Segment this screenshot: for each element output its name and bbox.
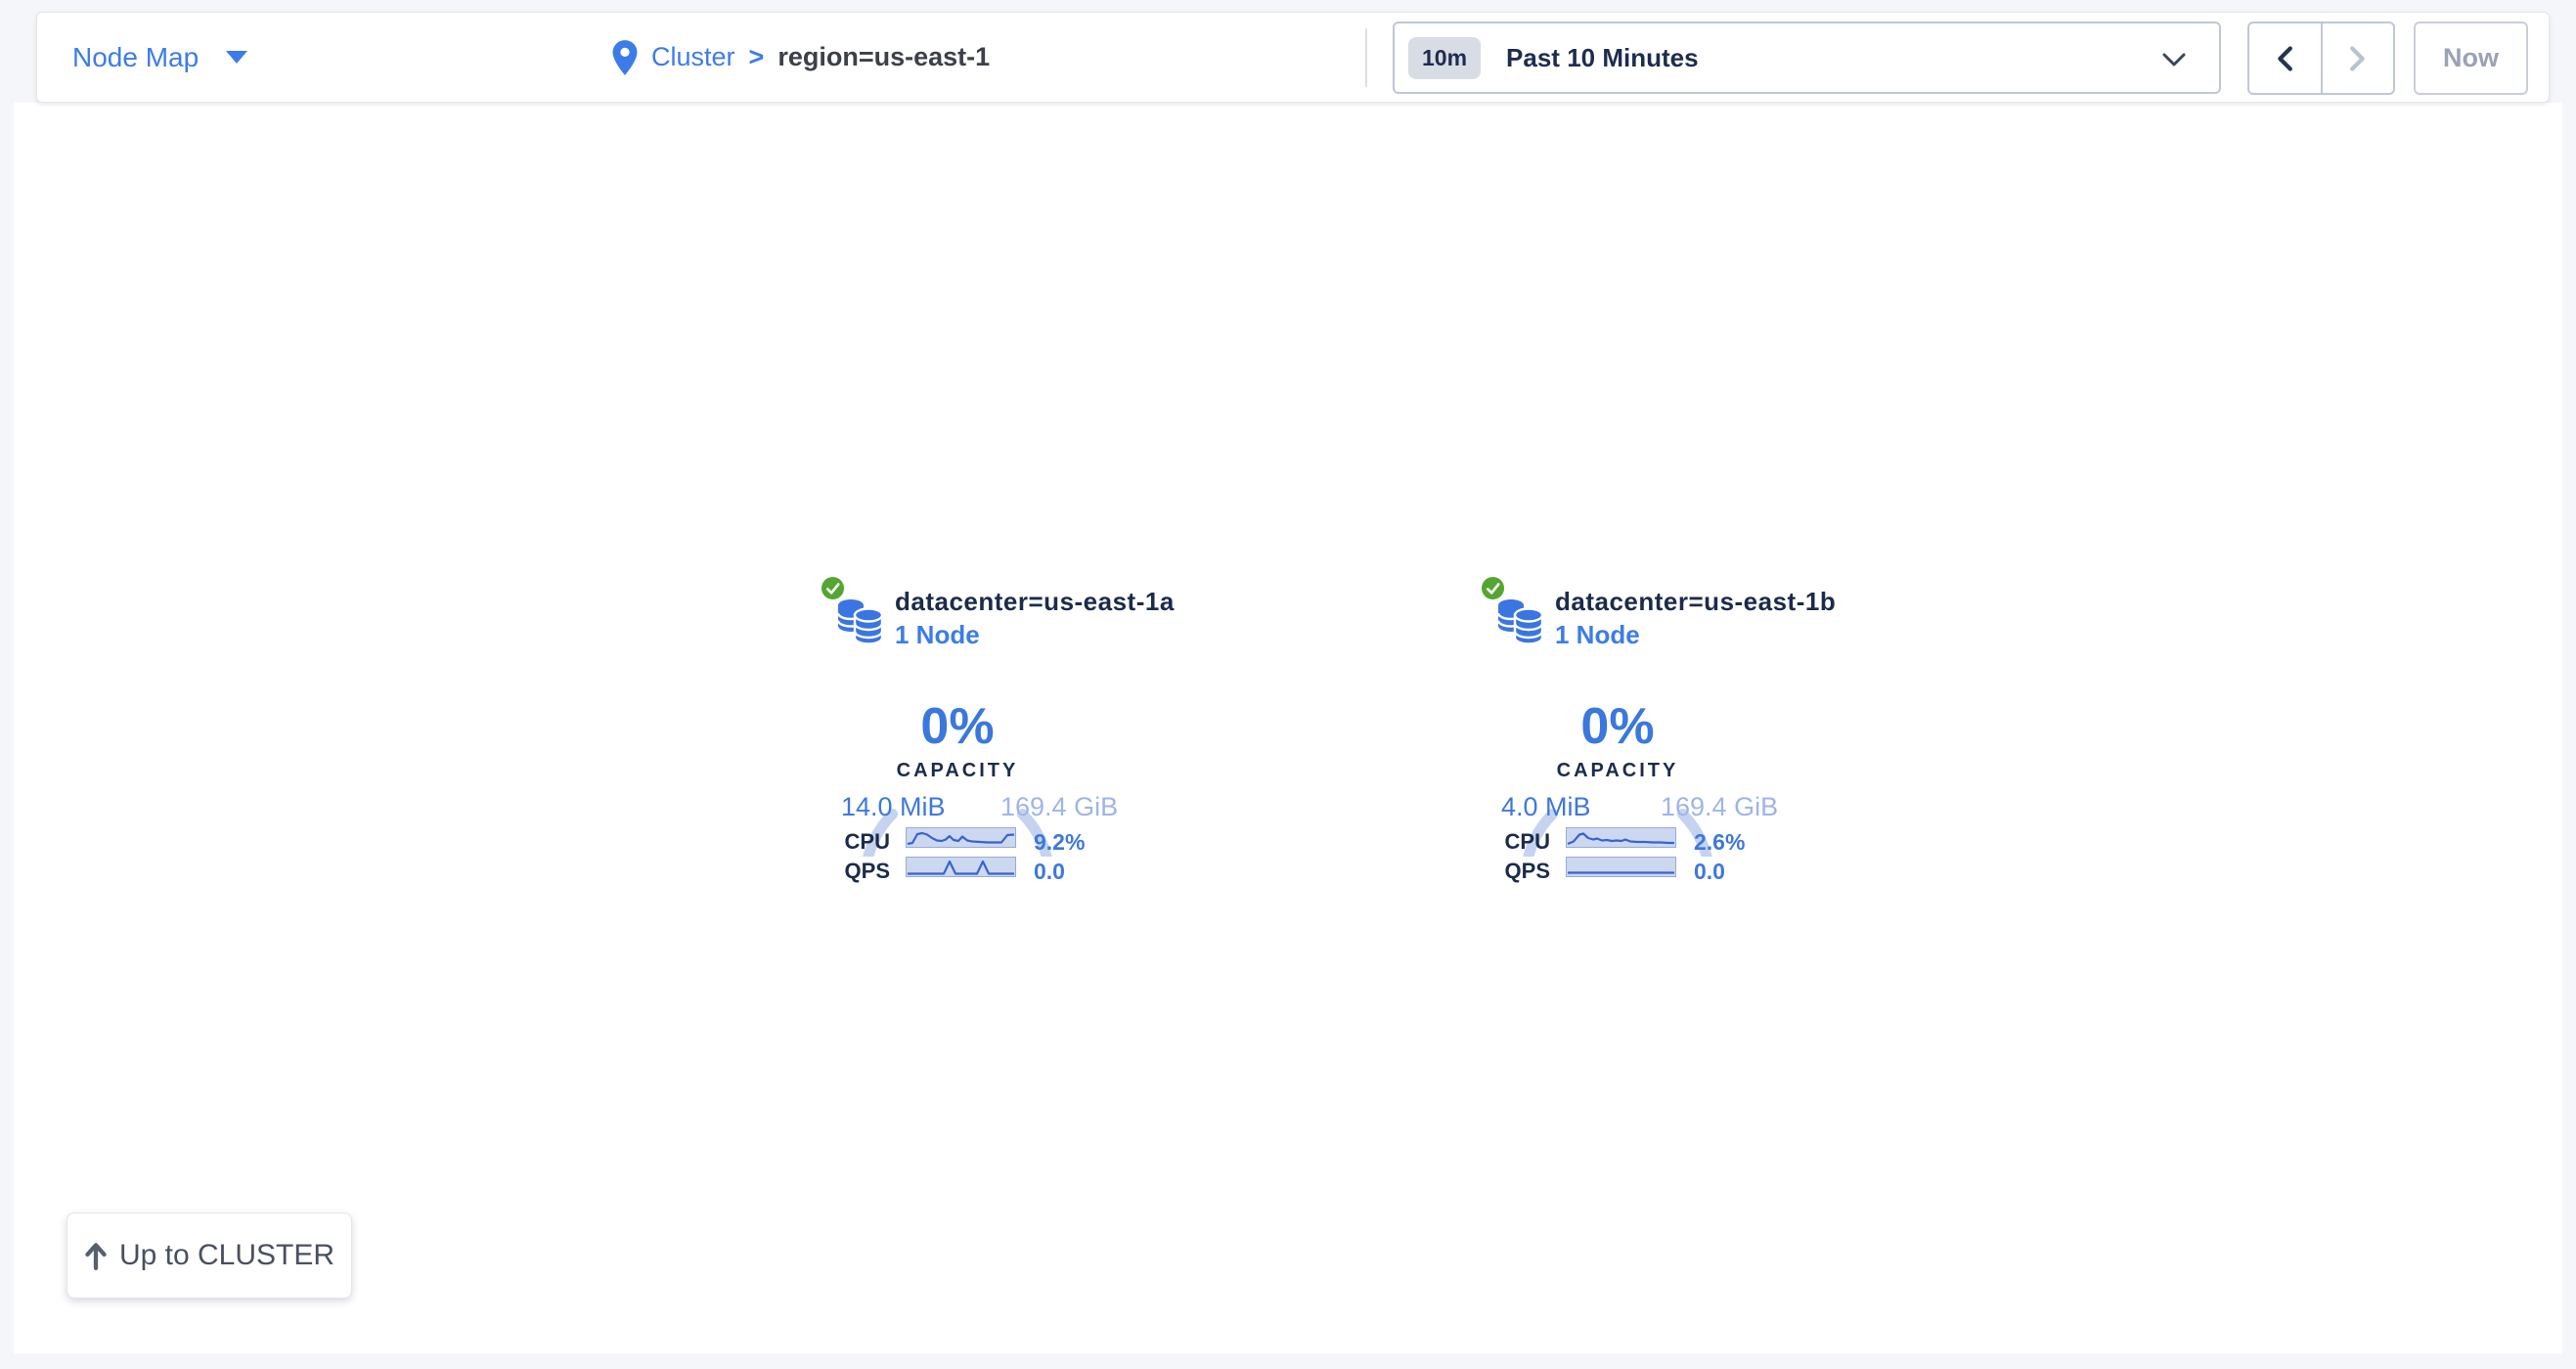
cpu-label: CPU bbox=[1497, 829, 1550, 855]
time-range-label: Past 10 Minutes bbox=[1506, 43, 1699, 73]
qps-value: 0.0 bbox=[1694, 859, 1725, 885]
datacenter-title: datacenter=us-east-1b bbox=[1555, 587, 1836, 617]
up-arrow-icon bbox=[84, 1241, 108, 1270]
time-nav-group bbox=[2247, 22, 2395, 95]
cpu-sparkline bbox=[1566, 827, 1676, 848]
up-to-cluster-button[interactable]: Up to CLUSTER bbox=[67, 1213, 352, 1299]
capacity-percent: 0% bbox=[1580, 698, 1654, 755]
healthy-check-icon bbox=[820, 575, 846, 601]
breadcrumb: Cluster > region=us-east-1 bbox=[612, 13, 990, 102]
cpu-sparkline bbox=[906, 827, 1016, 848]
breadcrumb-cluster-link[interactable]: Cluster bbox=[651, 42, 735, 72]
caret-down-icon bbox=[226, 51, 247, 64]
header-bar: Node Map Cluster > region=us-east-1 10m … bbox=[36, 12, 2550, 103]
qps-label: QPS bbox=[837, 859, 890, 884]
cpu-value: 9.2% bbox=[1034, 829, 1085, 856]
breadcrumb-separator: > bbox=[749, 42, 765, 72]
breadcrumb-current: region=us-east-1 bbox=[777, 42, 990, 72]
datacenter-card-us-east-1a[interactable]: datacenter=us-east-1a 1 Node 0% CAPACITY… bbox=[820, 569, 1181, 902]
header-divider bbox=[1365, 28, 1367, 87]
time-next-button[interactable] bbox=[2323, 23, 2394, 93]
time-prev-button[interactable] bbox=[2249, 23, 2323, 93]
now-button[interactable]: Now bbox=[2414, 22, 2528, 95]
qps-value: 0.0 bbox=[1034, 859, 1065, 885]
datacenter-card-us-east-1b[interactable]: datacenter=us-east-1b 1 Node 0% CAPACITY… bbox=[1480, 569, 1842, 902]
capacity-total-value: 169.4 GiB bbox=[1661, 792, 1778, 822]
node-map-canvas bbox=[14, 103, 2562, 1353]
datacenter-title: datacenter=us-east-1a bbox=[895, 587, 1175, 617]
capacity-used-value: 14.0 MiB bbox=[841, 792, 946, 822]
qps-sparkline bbox=[906, 857, 1016, 877]
capacity-total-value: 169.4 GiB bbox=[1000, 792, 1118, 822]
capacity-caption: CAPACITY bbox=[897, 760, 1019, 781]
healthy-check-icon bbox=[1480, 575, 1506, 601]
qps-label: QPS bbox=[1497, 859, 1550, 884]
time-range-badge: 10m bbox=[1408, 37, 1481, 79]
view-selector-dropdown[interactable]: Node Map bbox=[72, 13, 247, 102]
capacity-percent: 0% bbox=[920, 698, 994, 755]
capacity-caption: CAPACITY bbox=[1557, 760, 1679, 781]
location-pin-icon bbox=[612, 40, 638, 75]
time-range-dropdown[interactable]: 10m Past 10 Minutes bbox=[1393, 22, 2221, 94]
chevron-down-icon bbox=[2162, 53, 2186, 72]
cpu-value: 2.6% bbox=[1694, 829, 1745, 856]
up-to-cluster-label: Up to CLUSTER bbox=[119, 1239, 334, 1272]
view-selector-label: Node Map bbox=[72, 42, 199, 73]
cpu-label: CPU bbox=[837, 829, 890, 855]
qps-sparkline bbox=[1566, 857, 1676, 877]
capacity-used-value: 4.0 MiB bbox=[1501, 792, 1591, 822]
